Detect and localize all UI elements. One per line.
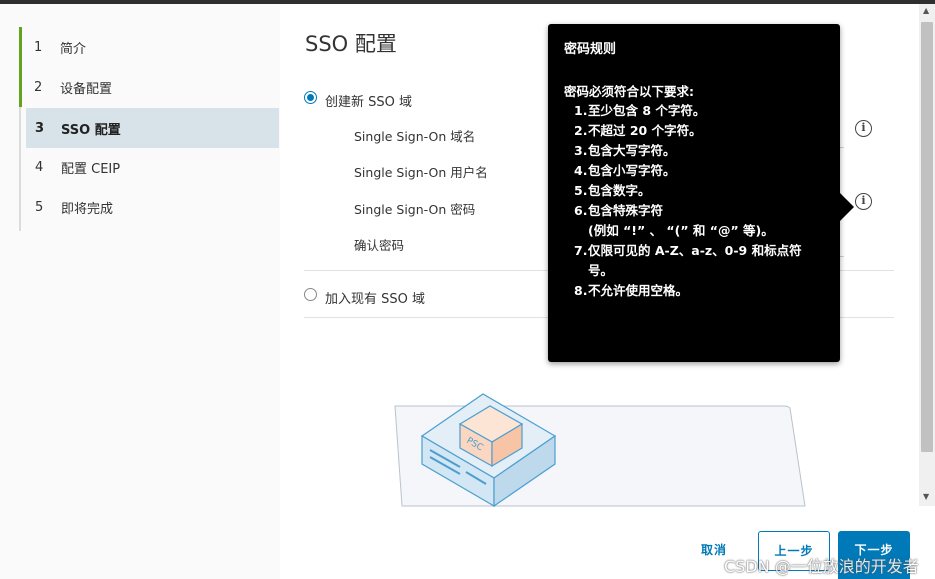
sso-username-label: Single Sign-On 用户名	[354, 165, 488, 180]
psc-illustration: PSC	[394, 393, 806, 508]
nav-step-ready[interactable]: 5 即将完成	[21, 187, 280, 227]
password-rules-tooltip: 密码规则 密码必须符合以下要求: 1. 至少包含 8 个字符。 2. 不超过 20 …	[548, 24, 840, 362]
confirm-password-label: 确认密码	[354, 238, 405, 253]
scrollbar-thumb[interactable]	[921, 22, 933, 452]
scroll-down-arrow-icon[interactable]: ▼	[923, 492, 929, 501]
page-title: SSO 配置	[305, 32, 397, 56]
sso-domain-label: Single Sign-On 域名	[354, 129, 476, 144]
nav-step-label: 配置 CEIP	[61, 161, 121, 177]
tooltip-intro: 密码必须符合以下要求:	[564, 84, 694, 99]
info-icon-password[interactable]: i	[855, 193, 872, 210]
rule-item: 6. 包含特殊字符	[574, 203, 664, 218]
tooltip-title: 密码规则	[564, 42, 617, 57]
nav-step-number: 4	[35, 159, 44, 175]
rule-item-continuation: (例如 “!” 、 “(” 和 “@” 等)。	[588, 223, 774, 238]
nav-step-ceip[interactable]: 4 配置 CEIP	[21, 147, 280, 187]
radio-join-existing-domain[interactable]	[304, 288, 317, 301]
tooltip-arrow	[840, 193, 854, 221]
nav-step-number: 5	[35, 199, 44, 215]
rule-item: 2. 不超过 20 个字符。	[574, 123, 702, 138]
nav-step-label: 即将完成	[61, 201, 114, 217]
rule-item: 1. 至少包含 8 个字符。	[574, 103, 706, 118]
rule-item: 5. 包含数字。	[574, 183, 651, 198]
confirm-password-input[interactable]	[840, 256, 844, 257]
nav-step-sso-config[interactable]: 3 SSO 配置	[26, 108, 279, 148]
rule-item-continuation: 号。	[588, 263, 614, 278]
vertical-scrollbar[interactable]: ▲ ▼	[919, 4, 935, 506]
nav-step-number: 3	[35, 120, 45, 136]
nav-step-label: 简介	[60, 41, 87, 57]
nav-step-label: SSO 配置	[61, 122, 121, 138]
radio-create-new-label: 创建新 SSO 域	[325, 95, 413, 110]
info-icon-domain[interactable]: i	[855, 120, 872, 137]
rule-item: 3. 包含大写字符。	[574, 143, 676, 158]
watermark: CSDN @一位放浪的开发者	[724, 557, 919, 576]
nav-step-appliance-config[interactable]: 2 设备配置	[19, 67, 278, 107]
sso-domain-input[interactable]	[840, 147, 844, 148]
rule-item: 4. 包含小写字符。	[574, 163, 676, 178]
radio-join-existing-label: 加入现有 SSO 域	[325, 292, 426, 307]
nav-step-number: 2	[34, 79, 43, 95]
password-rules-list: 1. 至少包含 8 个字符。 2. 不超过 20 个字符。 3. 包含大写字符。 4.…	[574, 101, 834, 301]
rule-item: 7. 仅限可见的 A-Z、a-z、0-9 和标点符	[574, 243, 802, 258]
rule-item: 8. 不允许使用空格。	[574, 283, 689, 298]
nav-step-label: 设备配置	[60, 81, 113, 97]
radio-create-new-domain[interactable]	[304, 91, 317, 104]
nav-step-intro[interactable]: 1 简介	[19, 27, 278, 67]
nav-step-number: 1	[34, 39, 43, 55]
wizard-steps-nav: 1 简介 2 设备配置 3 SSO 配置 4 配置 CEIP 5 即将完成	[0, 4, 280, 579]
scroll-up-arrow-icon[interactable]: ▲	[923, 6, 929, 15]
sso-password-label: Single Sign-On 密码	[354, 202, 476, 217]
